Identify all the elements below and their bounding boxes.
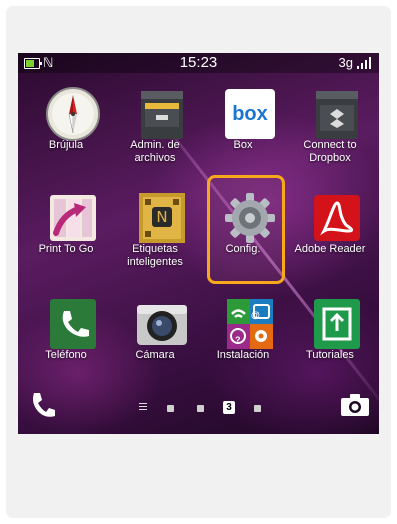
tutorials-icon — [314, 299, 360, 349]
menu-lines-icon[interactable] — [139, 402, 147, 412]
app-label: Tutoriales — [306, 349, 354, 361]
app-label: Box — [233, 139, 253, 151]
app-adobe-reader[interactable]: Adobe Reader — [288, 181, 372, 285]
dock-bar: 3 — [18, 383, 379, 423]
app-label: Etiquetas inteligentes — [127, 243, 183, 268]
camera-icon — [137, 305, 187, 345]
app-label: Teléfono — [45, 349, 87, 361]
dropbox-icon — [316, 91, 358, 139]
page-dot[interactable] — [254, 405, 261, 412]
network-type: 3g — [338, 55, 353, 70]
app-telefono[interactable]: Teléfono — [24, 287, 108, 391]
app-label: Adobe Reader — [294, 243, 366, 255]
app-camara[interactable]: Cámara — [113, 287, 197, 391]
phone-icon — [50, 299, 96, 349]
compass-icon — [46, 87, 100, 141]
app-brujula[interactable]: Brújula — [24, 77, 108, 181]
dock-phone-icon[interactable] — [30, 391, 56, 419]
dock-camera-icon[interactable] — [340, 393, 370, 417]
app-box[interactable]: box Box — [201, 77, 285, 181]
adobe-reader-icon — [314, 195, 360, 241]
page-dot[interactable] — [167, 405, 174, 412]
app-admin-archivos[interactable]: Admin. de archivos — [113, 77, 197, 181]
box-brand-text: box — [232, 103, 268, 125]
email-at-icon: @ — [251, 310, 260, 320]
app-label: Brújula — [48, 139, 84, 151]
status-bar: ℕ 15:23 3g — [18, 53, 379, 73]
app-dropbox[interactable]: Connect to Dropbox — [288, 77, 372, 181]
app-label: Cámara — [135, 349, 175, 361]
smart-tags-icon: N — [139, 193, 185, 243]
app-label: Connect to Dropbox — [303, 139, 357, 164]
gear-icon — [225, 193, 275, 243]
signal-icon — [357, 57, 373, 69]
app-label: Print To Go — [38, 243, 94, 255]
app-etiquetas[interactable]: N Etiquetas inteligentes — [113, 181, 197, 285]
app-label: Instalación — [216, 349, 270, 361]
print-to-go-icon — [50, 195, 96, 241]
app-label: Admin. de archivos — [130, 139, 180, 164]
file-cabinet-icon — [141, 91, 183, 139]
app-print-to-go[interactable]: Print To Go — [24, 181, 108, 285]
app-tutoriales[interactable]: Tutoriales — [288, 287, 372, 391]
svg-text:N: N — [156, 208, 167, 226]
help-question-icon: ? — [235, 335, 241, 345]
app-config[interactable]: Config. — [201, 181, 285, 285]
page-dot[interactable] — [197, 405, 204, 412]
app-label: Config. — [225, 243, 261, 255]
page-indicator-current[interactable]: 3 — [223, 401, 235, 414]
home-screen: ℕ 15:23 3g Brújula Admin. de archivos bo… — [18, 53, 379, 434]
app-instalacion[interactable]: @ ? Instalación — [201, 287, 285, 391]
setup-icon — [227, 299, 273, 349]
status-time: 15:23 — [179, 54, 218, 71]
